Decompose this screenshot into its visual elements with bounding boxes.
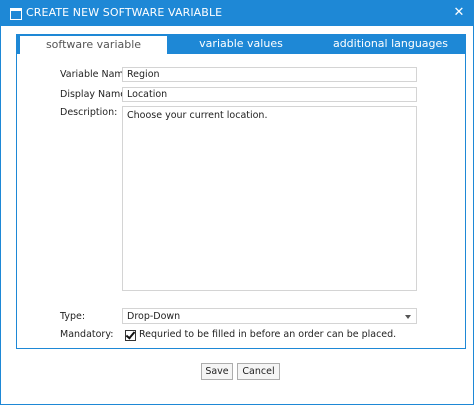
close-icon[interactable]: ✕ — [449, 3, 469, 23]
variable-name-input[interactable] — [122, 67, 417, 82]
checkmark-icon — [125, 329, 136, 340]
dialog-window: CREATE NEW SOFTWARE VARIABLE ✕ software … — [0, 0, 474, 405]
display-name-input[interactable] — [122, 87, 417, 102]
description-label: Description: — [60, 107, 118, 118]
mandatory-checkbox-text[interactable]: Requried to be filled in before an order… — [139, 329, 396, 340]
cancel-button[interactable]: Cancel — [237, 363, 280, 380]
mandatory-checkbox[interactable] — [125, 329, 136, 341]
save-button[interactable]: Save — [201, 363, 233, 380]
tab-additional-languages[interactable]: additional languages — [315, 34, 466, 54]
window-icon — [10, 8, 22, 20]
description-textarea[interactable]: Choose your current location. — [122, 106, 417, 291]
tab-variable-values[interactable]: variable values — [167, 34, 315, 54]
tab-bar: software variable variable values additi… — [16, 34, 466, 54]
tab-panel-software-variable: Variable Name: Display Name: Description… — [16, 54, 466, 349]
type-select-value: Drop-Down — [127, 311, 181, 322]
chevron-down-icon — [405, 315, 411, 319]
display-name-label: Display Name: — [60, 89, 130, 100]
type-select[interactable]: Drop-Down — [122, 308, 417, 324]
type-label: Type: — [60, 311, 86, 322]
tab-software-variable[interactable]: software variable — [20, 36, 167, 54]
title-bar[interactable]: CREATE NEW SOFTWARE VARIABLE ✕ — [1, 1, 473, 26]
mandatory-label: Mandatory: — [60, 329, 114, 340]
dialog-title: CREATE NEW SOFTWARE VARIABLE — [26, 6, 223, 19]
